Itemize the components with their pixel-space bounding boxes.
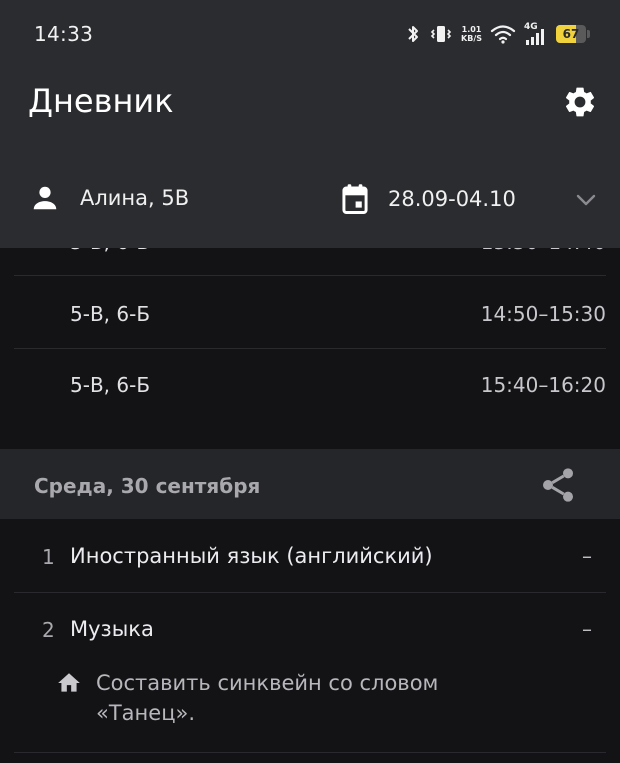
day-header: Среда, 30 сентября: [0, 449, 620, 519]
app-header: 14:33 1.01 KB/S 4G 67 Дневник Алина, 5В …: [0, 0, 620, 248]
status-bar: 14:33 1.01 KB/S 4G 67: [0, 0, 620, 68]
schedule-row: 5-В, 6-Б 15:40–16:20: [14, 349, 606, 421]
signal-icon: 4G: [524, 22, 548, 46]
schedule-time: 14:50–15:30: [480, 302, 606, 326]
home-icon: [58, 673, 80, 692]
lesson-name: Иностранный язык (английский): [70, 544, 433, 568]
homework: Составить синквейн со словом «Танец».: [56, 668, 516, 728]
bluetooth-icon: [408, 26, 419, 42]
schedule-time: 15:40–16:20: [480, 373, 606, 397]
net-speed: 1.01 KB/S: [461, 25, 482, 43]
calendar-icon: [342, 184, 368, 215]
wifi-icon: [490, 25, 516, 44]
lesson-number: 1: [42, 545, 55, 569]
vibrate-icon: [430, 26, 452, 42]
page-title: Дневник: [28, 82, 174, 120]
student-selector[interactable]: Алина, 5В: [30, 183, 189, 213]
lesson-mark: –: [582, 544, 592, 568]
day-title: Среда, 30 сентября: [34, 474, 261, 498]
share-icon[interactable]: [538, 465, 578, 505]
gear-icon[interactable]: [562, 84, 598, 120]
lesson-mark: –: [582, 617, 592, 641]
chevron-down-icon[interactable]: [574, 188, 598, 212]
person-icon: [33, 186, 57, 210]
student-name: Алина, 5В: [80, 186, 190, 210]
week-range: 28.09-04.10: [388, 187, 516, 211]
week-selector[interactable]: 28.09-04.10: [340, 183, 516, 215]
status-icons: 1.01 KB/S 4G 67: [405, 20, 590, 48]
lesson-row[interactable]: 1 Иностранный язык (английский) –: [14, 520, 606, 593]
schedule-classes: 5-В, 6-Б: [70, 302, 151, 326]
battery-indicator: 67: [556, 25, 590, 43]
homework-text: Составить синквейн со словом «Танец».: [96, 671, 439, 725]
lesson-number: 2: [42, 618, 55, 642]
schedule-row: 5-В, 6-Б 14:50–15:30: [14, 276, 606, 349]
schedule-classes: 5-В, 6-Б: [70, 373, 151, 397]
lesson-name: Музыка: [70, 617, 154, 641]
status-time: 14:33: [34, 22, 94, 46]
